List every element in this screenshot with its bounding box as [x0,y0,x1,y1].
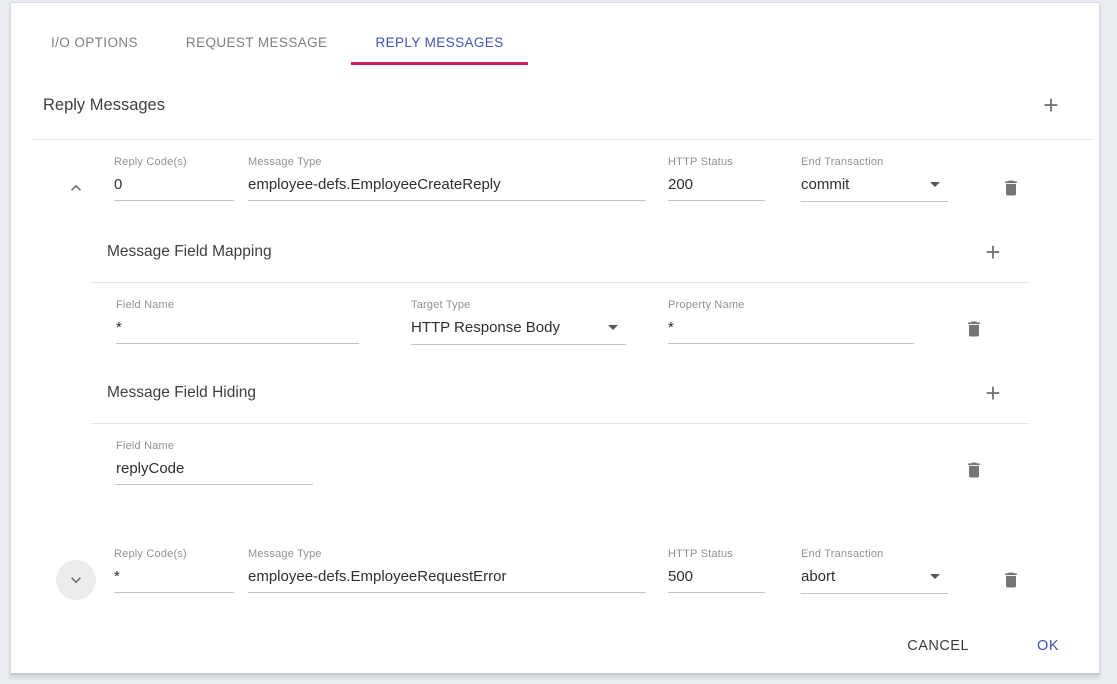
trash-icon [1001,570,1021,590]
end-transaction-field: End Transaction commit [801,156,948,202]
chevron-up-icon [66,178,86,198]
reply-codes-field: Reply Code(s) [114,548,234,593]
tab-bar: I/O OPTIONS REQUEST MESSAGE REPLY MESSAG… [11,3,1099,65]
reply-codes-label: Reply Code(s) [114,548,234,560]
cancel-button[interactable]: CANCEL [901,630,975,662]
reply-codes-input[interactable] [114,176,234,201]
plus-icon: + [1043,92,1058,118]
tab-io-options[interactable]: I/O OPTIONS [27,22,162,65]
tab-request-message[interactable]: REQUEST MESSAGE [162,22,352,65]
collapse-row-button[interactable] [56,168,96,208]
dialog-footer: CANCEL OK [11,630,1099,662]
caret-down-icon [608,325,618,330]
reply-message-row: Reply Code(s) Message Type HTTP Status E… [11,548,1099,600]
field-name-input[interactable] [116,319,359,344]
end-transaction-select[interactable]: abort [801,568,948,594]
hiding-section-title: Message Field Hiding [107,384,256,402]
property-name-field: Property Name [668,299,914,344]
header-divider [31,139,1093,140]
http-status-input[interactable] [668,176,765,201]
field-name-input[interactable] [116,460,313,485]
mapping-field-name: Field Name [116,299,359,344]
message-type-input[interactable] [248,568,646,593]
reply-messages-dialog: I/O OPTIONS REQUEST MESSAGE REPLY MESSAG… [10,2,1100,675]
mapping-section-title: Message Field Mapping [107,243,272,261]
ok-button[interactable]: OK [1031,630,1065,662]
reply-message-row: Reply Code(s) Message Type HTTP Status E… [11,156,1099,208]
end-transaction-field: End Transaction abort [801,548,948,594]
reply-codes-label: Reply Code(s) [114,156,234,168]
reply-codes-input[interactable] [114,568,234,593]
delete-reply-message-button[interactable] [991,560,1031,600]
trash-icon [1001,178,1021,198]
target-type-label: Target Type [411,299,626,311]
end-transaction-value: abort [801,568,835,585]
mapping-row: Field Name Target Type HTTP Response Bod… [11,299,1099,349]
add-mapping-button[interactable]: + [973,232,1013,272]
http-status-field: HTTP Status [668,156,765,201]
message-type-input[interactable] [248,176,646,201]
mapping-section-header: Message Field Mapping + [91,232,1029,283]
plus-icon: + [985,380,1000,406]
caret-down-icon [930,574,940,579]
target-type-select[interactable]: HTTP Response Body [411,319,626,345]
add-hiding-button[interactable]: + [973,373,1013,413]
end-transaction-value: commit [801,176,849,193]
end-transaction-select[interactable]: commit [801,176,948,202]
field-name-label: Field Name [116,299,359,311]
tab-reply-messages[interactable]: REPLY MESSAGES [351,22,527,65]
message-type-field: Message Type [248,156,646,201]
http-status-label: HTTP Status [668,156,765,168]
page-title: Reply Messages [43,96,165,115]
trash-icon [964,460,984,480]
chevron-down-icon [66,570,86,590]
reply-codes-field: Reply Code(s) [114,156,234,201]
message-type-field: Message Type [248,548,646,593]
http-status-label: HTTP Status [668,548,765,560]
hiding-section-header: Message Field Hiding + [91,373,1029,424]
caret-down-icon [930,182,940,187]
message-type-label: Message Type [248,548,646,560]
target-type-field: Target Type HTTP Response Body [411,299,626,345]
plus-icon: + [985,239,1000,265]
add-reply-message-button[interactable]: + [1031,85,1071,125]
property-name-label: Property Name [668,299,914,311]
delete-hiding-button[interactable] [954,450,994,490]
hiding-field-name: Field Name [116,440,313,485]
page-header: Reply Messages + [11,65,1099,139]
field-name-label: Field Name [116,440,313,452]
expand-row-button[interactable] [56,560,96,600]
end-transaction-label: End Transaction [801,156,948,168]
delete-reply-message-button[interactable] [991,168,1031,208]
hiding-row: Field Name [11,440,1099,490]
target-type-value: HTTP Response Body [411,319,560,336]
message-type-label: Message Type [248,156,646,168]
end-transaction-label: End Transaction [801,548,948,560]
property-name-input[interactable] [668,319,914,344]
trash-icon [964,319,984,339]
http-status-field: HTTP Status [668,548,765,593]
delete-mapping-button[interactable] [954,309,994,349]
http-status-input[interactable] [668,568,765,593]
